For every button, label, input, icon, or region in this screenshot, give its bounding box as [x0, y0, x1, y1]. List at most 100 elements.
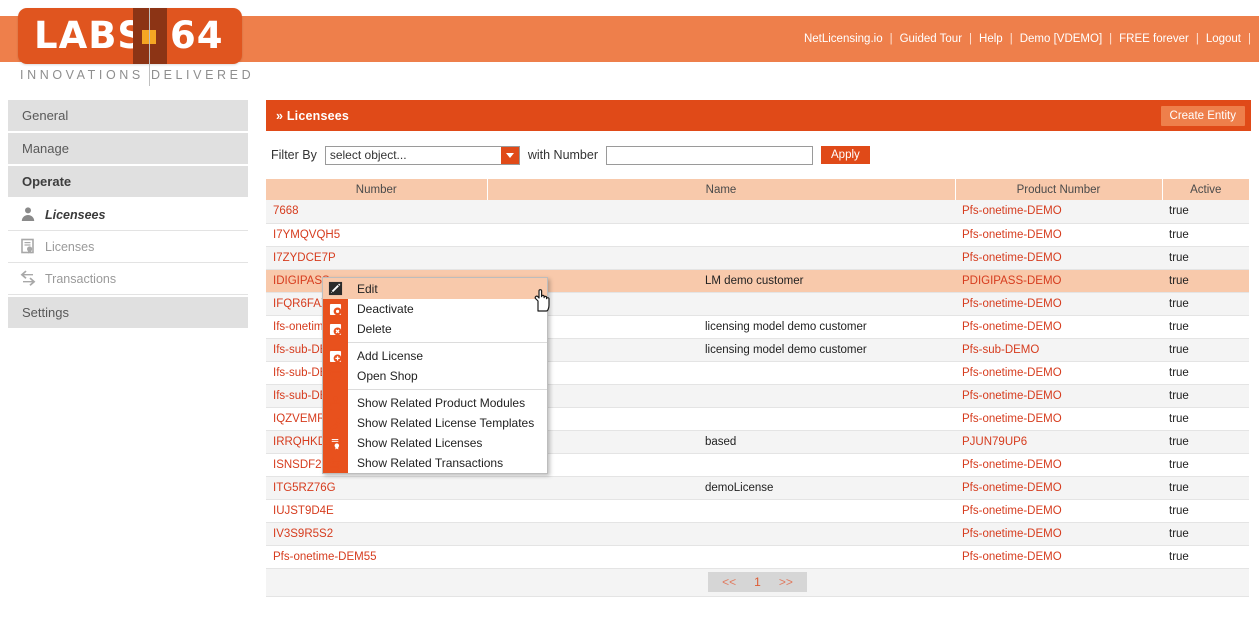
sidebar-item-transactions[interactable]: Transactions — [8, 263, 248, 295]
column-header-name[interactable]: Name — [487, 179, 956, 200]
topnav-link-logout[interactable]: Logout — [1199, 33, 1248, 45]
context-menu-item-edit[interactable]: Edit — [323, 278, 547, 299]
context-menu-divider — [348, 389, 547, 390]
topnav-link-free-forever[interactable]: FREE forever — [1112, 33, 1196, 45]
context-menu-item-open-shop[interactable]: Open Shop — [323, 366, 547, 386]
cell-name: licensing model demo customer — [487, 338, 955, 362]
product-number-link[interactable]: Pfs-onetime-DEMO — [962, 505, 1062, 517]
topnav-link-guided-tour[interactable]: Guided Tour — [893, 33, 969, 45]
sidebar-item-licenses[interactable]: Licenses — [8, 231, 248, 263]
product-number-link[interactable]: Pfs-onetime-DEMO — [962, 252, 1062, 264]
product-number-link[interactable]: Pfs-onetime-DEMO — [962, 367, 1062, 379]
filter-number-input[interactable] — [606, 145, 814, 165]
cell-active: true — [1162, 499, 1249, 523]
product-number-link[interactable]: Pfs-onetime-DEMO — [962, 205, 1062, 217]
apply-filter-button[interactable]: Apply — [821, 146, 870, 164]
cell-product-number: PDIGIPASS-DEMO — [955, 269, 1162, 293]
product-number-link[interactable]: Pfs-onetime-DEMO — [962, 528, 1062, 540]
cell-active: true — [1162, 361, 1249, 385]
context-menu-item-show-related-transactions[interactable]: Show Related Transactions — [323, 453, 547, 473]
delete-icon — [323, 319, 348, 339]
cell-active: true — [1162, 200, 1249, 224]
context-menu-item-delete[interactable]: Delete — [323, 319, 547, 339]
product-number-link[interactable]: Pfs-onetime-DEMO — [962, 321, 1062, 333]
cell-number: Pfs-onetime-DEM55 — [266, 545, 487, 569]
topnav-link-help[interactable]: Help — [972, 33, 1010, 45]
pagination-prev[interactable]: << — [722, 575, 736, 589]
product-number-link[interactable]: Pfs-onetime-DEMO — [962, 390, 1062, 402]
licensee-icon — [20, 206, 37, 223]
licensee-number-link[interactable]: I7YMQVQH5 — [273, 229, 340, 241]
edit-pencil-icon — [323, 279, 348, 299]
sidebar-item-licensees[interactable]: Licensees — [8, 199, 248, 231]
create-entity-button[interactable]: Create Entity — [1160, 105, 1245, 126]
cell-number: IV3S9R5S2 — [266, 522, 487, 546]
licensee-number-link[interactable]: Ifs-sub-DE — [273, 390, 327, 402]
chevron-down-icon[interactable] — [500, 146, 519, 164]
cell-name — [487, 361, 955, 385]
site-logo[interactable]: LABS 64 INNOVATIONS DELIVERED — [18, 8, 258, 86]
context-menu-item-show-related-licenses[interactable]: Show Related Licenses — [323, 433, 547, 453]
product-number-link[interactable]: Pfs-onetime-DEMO — [962, 229, 1062, 241]
cell-name — [487, 522, 955, 546]
cell-name: licensing model demo customer — [487, 315, 955, 339]
context-menu-item-deactivate[interactable]: Deactivate — [323, 299, 547, 319]
license-icon — [20, 238, 37, 255]
table-row[interactable]: Pfs-onetime-DEM55 Pfs-onetime-DEMO true — [266, 545, 1249, 569]
licensee-number-link[interactable]: IV3S9R5S2 — [273, 528, 333, 540]
cell-active: true — [1162, 545, 1249, 569]
deactivate-icon — [323, 299, 348, 319]
licensee-number-link[interactable]: Pfs-onetime-DEM55 — [273, 551, 377, 563]
sidebar-group-general[interactable]: General — [8, 100, 248, 131]
table-row[interactable]: I7YMQVQH5 Pfs-onetime-DEMO true — [266, 223, 1249, 247]
licensee-number-link[interactable]: I7ZYDCE7P — [273, 252, 336, 264]
product-number-link[interactable]: PDIGIPASS-DEMO — [962, 275, 1061, 287]
table-row[interactable]: IUJST9D4E Pfs-onetime-DEMO true — [266, 499, 1249, 523]
licensee-number-link[interactable]: IFQR6FAX — [273, 298, 329, 310]
sidebar-group-operate[interactable]: Operate — [8, 166, 248, 197]
context-menu-label: Add License — [357, 349, 424, 363]
topnav-link-demo-account[interactable]: Demo [VDEMO] — [1013, 33, 1109, 45]
table-row[interactable]: ITG5RZ76G demoLicense Pfs-onetime-DEMO true — [266, 476, 1249, 500]
licensee-number-link[interactable]: 7668 — [273, 205, 299, 217]
product-number-link[interactable]: Pfs-onetime-DEMO — [962, 298, 1062, 310]
cell-product-number: Pfs-onetime-DEMO — [955, 223, 1162, 247]
context-menu-label: Show Related Licenses — [357, 436, 483, 450]
licensee-number-link[interactable]: Ifs-onetim — [273, 321, 324, 333]
table-row[interactable]: I7ZYDCE7P Pfs-onetime-DEMO true — [266, 246, 1249, 270]
product-number-link[interactable]: Pfs-sub-DEMO — [962, 344, 1039, 356]
licensee-number-link[interactable]: Ifs-sub-DE — [273, 367, 327, 379]
transactions-icon — [20, 270, 37, 287]
pagination-controls: << 1 >> — [708, 572, 807, 592]
product-number-link[interactable]: Pfs-onetime-DEMO — [962, 459, 1062, 471]
product-number-link[interactable]: Pfs-onetime-DEMO — [962, 482, 1062, 494]
row-context-menu: Edit Deactivate Delete Add License Open … — [322, 277, 548, 474]
cell-product-number: Pfs-onetime-DEMO — [955, 200, 1162, 224]
licensee-number-link[interactable]: ITG5RZ76G — [273, 482, 336, 494]
cell-active: true — [1162, 453, 1249, 477]
cell-active: true — [1162, 246, 1249, 270]
sidebar-group-manage[interactable]: Manage — [8, 133, 248, 164]
context-menu-item-show-related-license-templates[interactable]: Show Related License Templates — [323, 413, 547, 433]
licensee-number-link[interactable]: Ifs-sub-DE — [273, 344, 327, 356]
context-menu-item-show-related-product-modules[interactable]: Show Related Product Modules — [323, 393, 547, 413]
product-number-link[interactable]: Pfs-onetime-DEMO — [962, 413, 1062, 425]
cell-number: I7ZYDCE7P — [266, 246, 487, 270]
product-number-link[interactable]: Pfs-onetime-DEMO — [962, 551, 1062, 563]
context-menu-item-add-license[interactable]: Add License — [323, 346, 547, 366]
licensee-number-link[interactable]: IUJST9D4E — [273, 505, 334, 517]
related-transactions-icon — [323, 453, 348, 473]
column-header-active[interactable]: Active — [1162, 179, 1249, 200]
sidebar-group-settings[interactable]: Settings — [8, 297, 248, 328]
table-row[interactable]: 7668 Pfs-onetime-DEMO true — [266, 200, 1249, 224]
column-header-number[interactable]: Number — [266, 179, 488, 200]
table-row[interactable]: IV3S9R5S2 Pfs-onetime-DEMO true — [266, 522, 1249, 546]
topnav-link-netlicensing[interactable]: NetLicensing.io — [797, 33, 890, 45]
pagination-next[interactable]: >> — [779, 575, 793, 589]
column-header-product-number[interactable]: Product Number — [955, 179, 1163, 200]
product-number-link[interactable]: PJUN79UP6 — [962, 436, 1027, 448]
cell-number: ITG5RZ76G — [266, 476, 487, 500]
filter-object-select[interactable]: select object... — [324, 145, 520, 165]
pagination-page-1[interactable]: 1 — [754, 575, 761, 589]
cell-active: true — [1162, 315, 1249, 339]
